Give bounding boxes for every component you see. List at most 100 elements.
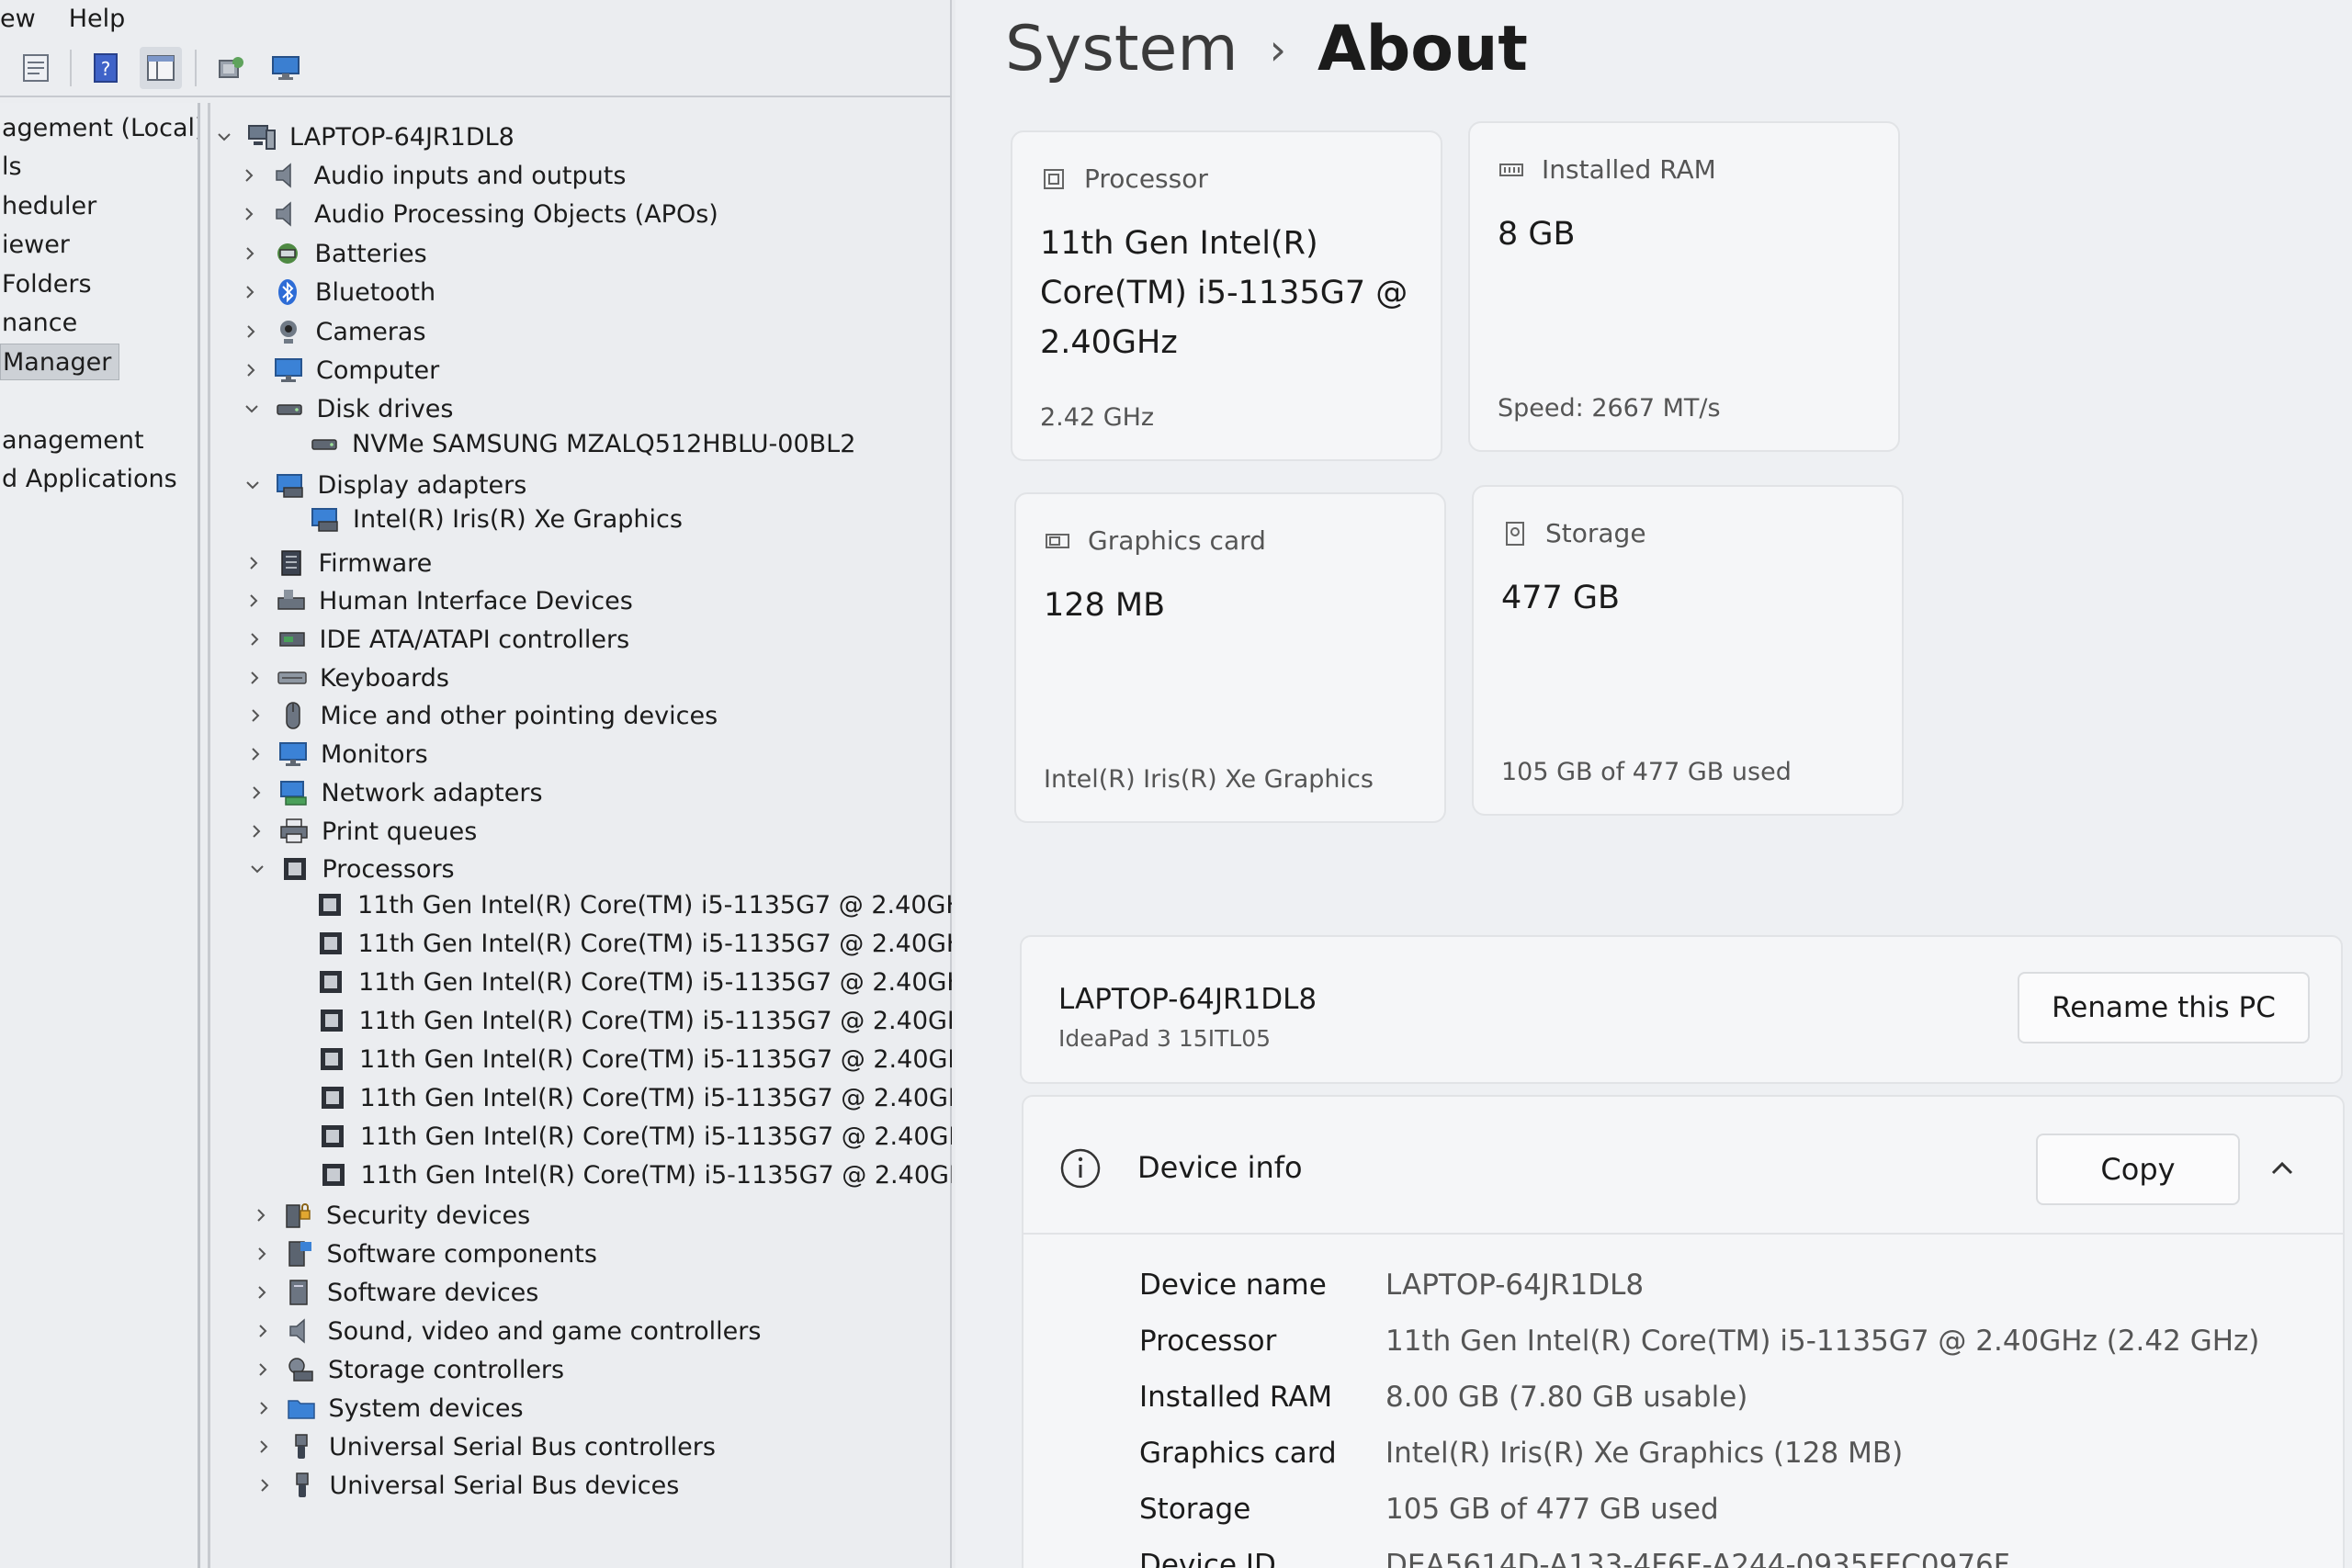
chevron-right-icon[interactable] xyxy=(241,816,272,847)
tree-item[interactable]: NVMe SAMSUNG MZALQ512HBLU-00BL2 xyxy=(262,424,855,463)
chevron-right-icon[interactable] xyxy=(238,585,269,616)
chevron-right-icon[interactable] xyxy=(235,316,266,347)
chevron-right-icon[interactable] xyxy=(234,276,266,308)
tree-item[interactable]: Software components xyxy=(246,1235,597,1273)
chevron-right-icon[interactable] xyxy=(246,1277,277,1308)
nav-item-event-viewer[interactable]: iewer xyxy=(0,227,70,264)
view-icon[interactable] xyxy=(140,47,182,89)
tree-item[interactable]: Firmware xyxy=(238,544,432,582)
chevron-right-icon[interactable] xyxy=(239,624,270,655)
tree-item[interactable]: Sound, video and game controllers xyxy=(247,1312,761,1350)
tree-item[interactable]: Storage controllers xyxy=(247,1350,564,1389)
tree-item-label: Intel(R) Iris(R) Xe Graphics xyxy=(353,504,683,534)
chevron-right-icon[interactable] xyxy=(238,547,269,579)
chevron-right-icon[interactable] xyxy=(247,1354,278,1385)
nav-item-tools[interactable]: ls xyxy=(0,149,22,186)
tree-item[interactable]: 11th Gen Intel(R) Core(TM) i5-1135G7 @ 2… xyxy=(267,886,952,924)
device-info-value[interactable]: DEA5614D-A133-4F6F-A244-0935FFC0976F xyxy=(1385,1549,2010,1568)
settings-window: System › About Processor 11th Gen Intel(… xyxy=(956,0,2352,1568)
nav-item-performance[interactable]: nance xyxy=(0,305,77,342)
chevron-right-icon[interactable] xyxy=(249,1470,280,1501)
tree-item[interactable]: 11th Gen Intel(R) Core(TM) i5-1135G7 @ 2… xyxy=(269,1001,953,1040)
help-icon[interactable]: ? xyxy=(85,47,127,89)
chevron-right-icon[interactable] xyxy=(234,238,266,269)
rename-pc-button[interactable]: Rename this PC xyxy=(2018,972,2310,1043)
chevron-down-icon[interactable] xyxy=(242,853,273,885)
nav-item-task-scheduler[interactable]: heduler xyxy=(0,188,96,225)
scan-hardware-icon[interactable] xyxy=(209,47,252,89)
chevron-right-icon[interactable] xyxy=(240,739,271,770)
tree-item[interactable]: LAPTOP-64JR1DL8 xyxy=(210,118,514,156)
menu-view[interactable]: ew xyxy=(0,5,36,33)
processor-icon xyxy=(1044,168,1064,189)
toolbar-separator xyxy=(195,50,197,86)
chevron-right-icon[interactable] xyxy=(248,1431,279,1462)
tree-item[interactable]: System devices xyxy=(248,1389,524,1427)
tree-item[interactable]: Batteries xyxy=(234,234,427,273)
tree-item[interactable]: Audio inputs and outputs xyxy=(233,156,626,195)
nav-item-disk-management[interactable]: anagement xyxy=(0,423,144,459)
nav-item-shared-folders[interactable]: Folders xyxy=(0,266,92,303)
device-info-value[interactable]: 105 GB of 477 GB used xyxy=(1385,1493,1719,1526)
device-info-value[interactable]: LAPTOP-64JR1DL8 xyxy=(1385,1269,1644,1302)
chevron-right-icon[interactable] xyxy=(247,1315,278,1347)
device-info-value[interactable]: 11th Gen Intel(R) Core(TM) i5-1135G7 @ 2… xyxy=(1385,1325,2259,1358)
tree-item[interactable]: 11th Gen Intel(R) Core(TM) i5-1135G7 @ 2… xyxy=(268,924,952,963)
chevron-right-icon[interactable] xyxy=(240,700,271,731)
chevron-right-icon[interactable] xyxy=(235,355,266,386)
tree-item[interactable]: 11th Gen Intel(R) Core(TM) i5-1135G7 @ 2… xyxy=(269,1040,952,1078)
tree-item[interactable]: Security devices xyxy=(245,1196,530,1235)
nav-item-device-manager[interactable]: Manager xyxy=(0,344,120,380)
tree-item[interactable]: Computer xyxy=(235,351,439,389)
tree-item-label: 11th Gen Intel(R) Core(TM) i5-1135G7 @ 2… xyxy=(358,1006,953,1035)
device-info-header[interactable]: Device info Copy xyxy=(1023,1097,2343,1235)
tree-item[interactable]: 11th Gen Intel(R) Core(TM) i5-1135G7 @ 2… xyxy=(270,1117,952,1156)
chevron-right-icon[interactable] xyxy=(246,1238,277,1269)
chevron-down-icon[interactable] xyxy=(236,393,267,424)
tree-item[interactable]: Intel(R) Iris(R) Xe Graphics xyxy=(263,500,683,538)
tree-item[interactable]: Monitors xyxy=(240,735,428,773)
tree-item[interactable]: Network adapters xyxy=(241,773,543,812)
device-info-value[interactable]: 8.00 GB (7.80 GB usable) xyxy=(1385,1381,1747,1414)
tree-item[interactable]: Universal Serial Bus controllers xyxy=(248,1427,716,1466)
tree-item[interactable]: Processors xyxy=(242,850,455,888)
tree-item[interactable]: Software devices xyxy=(246,1273,538,1312)
monitor-icon[interactable] xyxy=(265,47,307,89)
chevron-down-icon[interactable] xyxy=(237,469,268,501)
tree-item[interactable]: IDE ATA/ATAPI controllers xyxy=(239,620,629,659)
tree-item[interactable]: Disk drives xyxy=(236,389,453,428)
copy-button[interactable]: Copy xyxy=(2036,1134,2240,1205)
disk-icon xyxy=(308,427,341,460)
tree-item[interactable]: Bluetooth xyxy=(234,273,435,311)
tree-item[interactable]: Print queues xyxy=(241,812,477,851)
tree-item-label: Software devices xyxy=(327,1278,539,1307)
tree-item[interactable]: 11th Gen Intel(R) Core(TM) i5-1135G7 @ 2… xyxy=(270,1078,952,1117)
tree-item[interactable]: Cameras xyxy=(235,312,426,351)
chevron-right-icon[interactable] xyxy=(239,662,270,694)
device-info-value[interactable]: Intel(R) Iris(R) Xe Graphics (128 MB) xyxy=(1385,1437,1903,1470)
tree-item[interactable]: 11th Gen Intel(R) Core(TM) i5-1135G7 @ 2… xyxy=(271,1156,952,1194)
graphics-card-name: Intel(R) Iris(R) Xe Graphics xyxy=(1044,765,1374,794)
tree-item[interactable]: Human Interface Devices xyxy=(238,581,633,620)
tree-item[interactable]: Universal Serial Bus devices xyxy=(249,1466,680,1505)
nav-item-services-applications[interactable]: d Applications xyxy=(0,461,177,498)
tree-item[interactable]: 11th Gen Intel(R) Core(TM) i5-1135G7 @ 2… xyxy=(268,963,952,1001)
chevron-right-icon[interactable] xyxy=(233,160,265,191)
tree-item[interactable]: Keyboards xyxy=(239,659,449,697)
properties-icon[interactable] xyxy=(15,47,57,89)
breadcrumb-system[interactable]: System xyxy=(1005,13,1238,85)
chevron-right-icon[interactable] xyxy=(233,198,265,230)
tree-item[interactable]: Audio Processing Objects (APOs) xyxy=(233,195,718,233)
chevron-right-icon[interactable] xyxy=(241,777,272,808)
tree-item[interactable]: Display adapters xyxy=(237,466,526,504)
chevron-right-icon[interactable] xyxy=(248,1393,279,1424)
tree-item[interactable]: Mice and other pointing devices xyxy=(240,696,718,735)
chevron-right-icon[interactable] xyxy=(245,1200,277,1231)
menu-help[interactable]: Help xyxy=(69,5,126,33)
chevron-up-icon[interactable] xyxy=(2264,1150,2301,1187)
tree-item-label: Universal Serial Bus devices xyxy=(329,1471,680,1500)
chevron-down-icon[interactable] xyxy=(210,121,240,152)
nav-item-computer-management[interactable]: agement (Local) xyxy=(0,110,198,147)
